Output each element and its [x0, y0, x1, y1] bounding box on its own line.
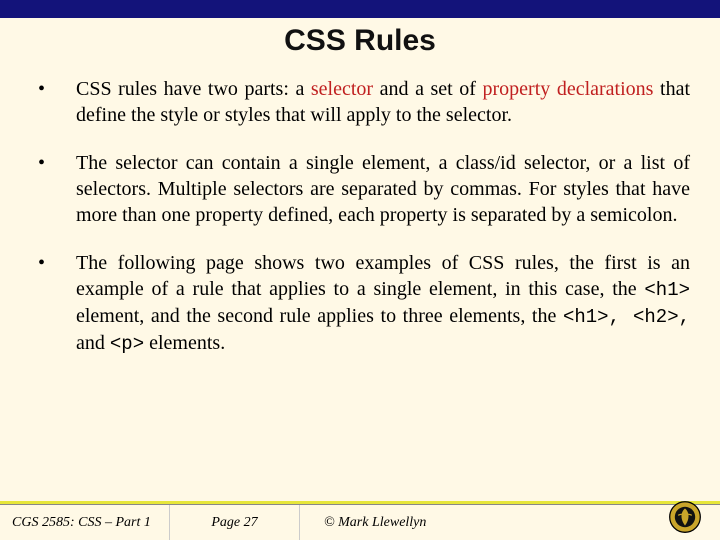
bullet-item: • CSS rules have two parts: a selector a…: [38, 76, 690, 128]
footer-copyright: © Mark Llewellyn: [300, 515, 720, 531]
highlight-selector: selector: [311, 78, 373, 100]
slide-footer: CGS 2585: CSS – Part 1 Page 27 © Mark Ll…: [0, 504, 720, 540]
text-run: CSS rules have two parts: a: [76, 78, 311, 100]
text-run: element, and the second rule applies to …: [76, 305, 563, 327]
text-run: ,: [609, 306, 633, 328]
ucf-logo-icon: [668, 500, 702, 534]
bullet-marker: •: [38, 250, 76, 276]
text-run: elements.: [144, 332, 225, 354]
slide-content: • CSS rules have two parts: a selector a…: [0, 58, 720, 357]
code-p: <p>: [110, 333, 144, 355]
bullet-text: The selector can contain a single elemen…: [76, 150, 690, 228]
bullet-item: • The following page shows two examples …: [38, 250, 690, 357]
slide-title: CSS Rules: [0, 24, 720, 58]
footer-page: Page 27: [170, 505, 300, 540]
footer-course: CGS 2585: CSS – Part 1: [0, 505, 170, 540]
text-run: and: [76, 332, 110, 354]
bullet-item: • The selector can contain a single elem…: [38, 150, 690, 228]
top-accent-bar: [0, 0, 720, 18]
bullet-text: The following page shows two examples of…: [76, 250, 690, 357]
text-run: and a set of: [373, 78, 482, 100]
text-run: The following page shows two examples of…: [76, 252, 690, 300]
bullet-marker: •: [38, 150, 76, 176]
code-h2: <h2>: [633, 306, 679, 328]
text-run: ,: [679, 306, 690, 328]
slide: CSS Rules • CSS rules have two parts: a …: [0, 0, 720, 540]
bullet-text: CSS rules have two parts: a selector and…: [76, 76, 690, 128]
bullet-marker: •: [38, 76, 76, 102]
code-h1: <h1>: [644, 279, 690, 301]
highlight-property-declarations: property declarations: [483, 78, 654, 100]
code-h1: <h1>: [563, 306, 609, 328]
